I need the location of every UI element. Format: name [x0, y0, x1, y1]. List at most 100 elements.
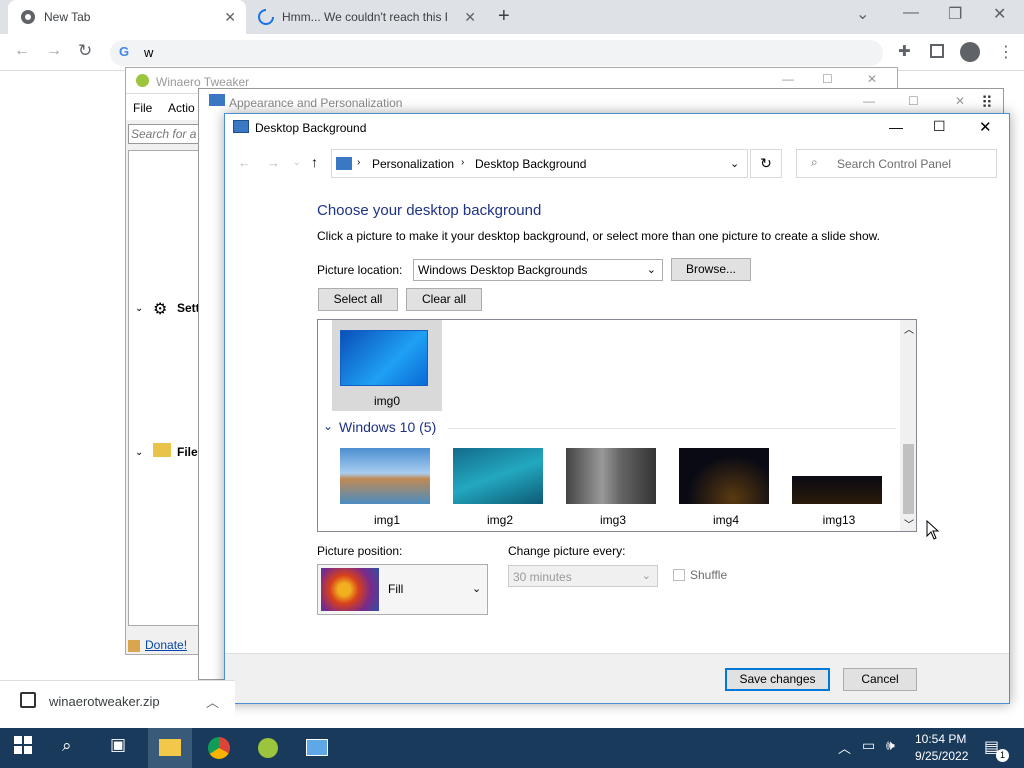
chevron-down-icon: ⌄	[472, 583, 482, 595]
reload-icon[interactable]: ↻	[78, 41, 92, 61]
breadcrumb-desktop-background[interactable]: Desktop Background	[475, 157, 586, 171]
menu-file[interactable]: File	[133, 101, 152, 115]
download-bar: winaerotweaker.zip ︿	[0, 680, 235, 728]
tab-error[interactable]: Hmm... We couldn't reach this Re ✕	[250, 0, 486, 34]
refresh-button[interactable]: ↻	[750, 149, 782, 178]
close-icon[interactable]: ✕	[464, 9, 476, 26]
menu-icon[interactable]: ⋮	[998, 42, 1014, 62]
close-icon[interactable]: ✕	[224, 9, 236, 26]
tab-new-tab[interactable]: New Tab ✕	[8, 0, 246, 34]
donate-link[interactable]: Donate!	[145, 638, 187, 652]
thumbnail-img1[interactable]	[340, 448, 430, 504]
side-panel-icon[interactable]	[930, 44, 944, 58]
thumbnail-img0[interactable]	[340, 330, 428, 386]
thumbnail-img4[interactable]	[679, 448, 769, 504]
window-title: Appearance and Personalization	[229, 96, 403, 110]
thumbnail-label: img3	[599, 513, 626, 527]
clock-time[interactable]: 10:54 PM	[915, 732, 966, 746]
taskbar-item-explorer[interactable]	[148, 728, 192, 768]
chevron-right-icon: ›	[357, 157, 361, 168]
select-all-button[interactable]: Select all	[318, 288, 398, 311]
chevron-down-icon[interactable]: ⌄	[323, 419, 333, 433]
network-icon[interactable]: ▭	[862, 737, 875, 754]
cancel-button[interactable]: Cancel	[843, 668, 917, 691]
chrome-icon[interactable]	[208, 737, 230, 759]
back-icon[interactable]: ←	[238, 155, 251, 170]
search-input[interactable]: Search for a t	[128, 124, 200, 144]
clock-date[interactable]: 9/25/2022	[915, 749, 968, 763]
chevron-down-icon[interactable]: ⌄	[730, 157, 739, 170]
control-panel-icon[interactable]	[306, 739, 328, 756]
chevron-down-icon[interactable]: ⌄	[135, 303, 143, 314]
maximize-button[interactable]: ☐	[933, 118, 946, 135]
breadcrumb-personalization[interactable]: Personalization	[372, 157, 454, 171]
back-icon[interactable]: ←	[14, 42, 30, 60]
chevron-up-icon[interactable]: ︿	[838, 738, 851, 757]
chrome-icon	[21, 10, 35, 24]
forward-icon[interactable]: →	[46, 42, 62, 60]
menu-actions[interactable]: Actio	[168, 101, 195, 115]
desktop-icon	[233, 120, 249, 133]
position-value: Fill	[388, 582, 404, 596]
apps-icon[interactable]: ⠿	[981, 93, 993, 113]
image-list[interactable]: img0 ⌄ Windows 10 (5) img1 img2 img3 img…	[317, 319, 917, 532]
volume-icon[interactable]: 🕪	[886, 737, 895, 754]
start-icon[interactable]	[14, 736, 38, 760]
group-header[interactable]: Windows 10 (5)	[339, 419, 436, 435]
cursor-icon	[926, 520, 940, 540]
page-title: Choose your desktop background	[317, 202, 542, 219]
chevron-down-icon[interactable]: ⌄	[135, 447, 143, 458]
window-title: Winaero Tweaker	[156, 75, 250, 89]
picture-location-select[interactable]: Windows Desktop Backgrounds ⌄	[413, 259, 663, 281]
search-icon[interactable]: ⌕	[62, 736, 72, 756]
tree-item-settings[interactable]: Sett	[177, 301, 200, 315]
chevron-up-icon[interactable]: ︿	[206, 692, 219, 711]
forward-icon[interactable]: →	[267, 155, 280, 170]
thumbnail-label: img0	[373, 394, 400, 408]
scroll-up-icon[interactable]: ︿	[904, 321, 914, 336]
task-view-icon[interactable]: ▣	[110, 735, 126, 755]
tree-view[interactable]: ⌄ ⚙ Sett ⌄ File	[128, 150, 200, 626]
search-input[interactable]: Search Control Panel	[796, 149, 997, 178]
scrollbar[interactable]: ︿ ﹀	[900, 320, 916, 531]
new-tab-button[interactable]: +	[498, 5, 510, 28]
thumbnail-img3[interactable]	[566, 448, 656, 504]
scrollbar-thumb[interactable]	[903, 444, 914, 514]
minimize-button[interactable]: —	[903, 4, 919, 22]
chevron-down-icon[interactable]: ⌄	[856, 4, 869, 24]
description: Click a picture to make it your desktop …	[317, 229, 880, 243]
thumbnail-img2[interactable]	[453, 448, 543, 504]
close-button[interactable]: ✕	[867, 72, 877, 86]
close-button[interactable]: ✕	[993, 4, 1006, 24]
minimize-button[interactable]: —	[889, 119, 903, 135]
chevron-down-icon[interactable]: ⌄	[293, 157, 301, 168]
profile-icon[interactable]	[960, 42, 980, 62]
omnibox[interactable]: w	[110, 40, 883, 66]
tree-item-file[interactable]: File	[177, 445, 198, 459]
maximize-button[interactable]: ☐	[822, 72, 833, 86]
close-button[interactable]: ✕	[979, 118, 992, 136]
address-bar[interactable]: › Personalization › Desktop Background ⌄	[331, 149, 748, 178]
notification-badge: 1	[996, 749, 1009, 762]
maximize-button[interactable]: ☐	[908, 94, 919, 108]
up-icon[interactable]: ↑	[311, 154, 318, 170]
gear-icon: ⚙	[153, 301, 168, 318]
shuffle-checkbox[interactable]	[673, 569, 685, 581]
browse-button[interactable]: Browse...	[671, 258, 751, 281]
download-filename[interactable]: winaerotweaker.zip	[49, 694, 160, 709]
clear-all-button[interactable]: Clear all	[406, 288, 482, 311]
change-interval-select[interactable]: 30 minutes ⌄	[508, 565, 658, 587]
extensions-icon[interactable]: ✚	[898, 42, 911, 60]
picture-position-select[interactable]: Fill ⌄	[317, 564, 488, 615]
thumbnail-label: img4	[712, 513, 739, 527]
minimize-button[interactable]: —	[863, 94, 875, 108]
minimize-button[interactable]: —	[782, 72, 794, 86]
restore-button[interactable]: ❐	[948, 4, 962, 24]
omnibox-value[interactable]: w	[144, 45, 153, 60]
save-changes-button[interactable]: Save changes	[725, 668, 830, 691]
thumbnail-img13[interactable]	[792, 476, 882, 504]
control-panel-icon	[336, 157, 352, 170]
winaero-icon[interactable]	[258, 738, 278, 758]
scroll-down-icon[interactable]: ﹀	[904, 516, 914, 531]
close-button[interactable]: ✕	[955, 94, 965, 108]
